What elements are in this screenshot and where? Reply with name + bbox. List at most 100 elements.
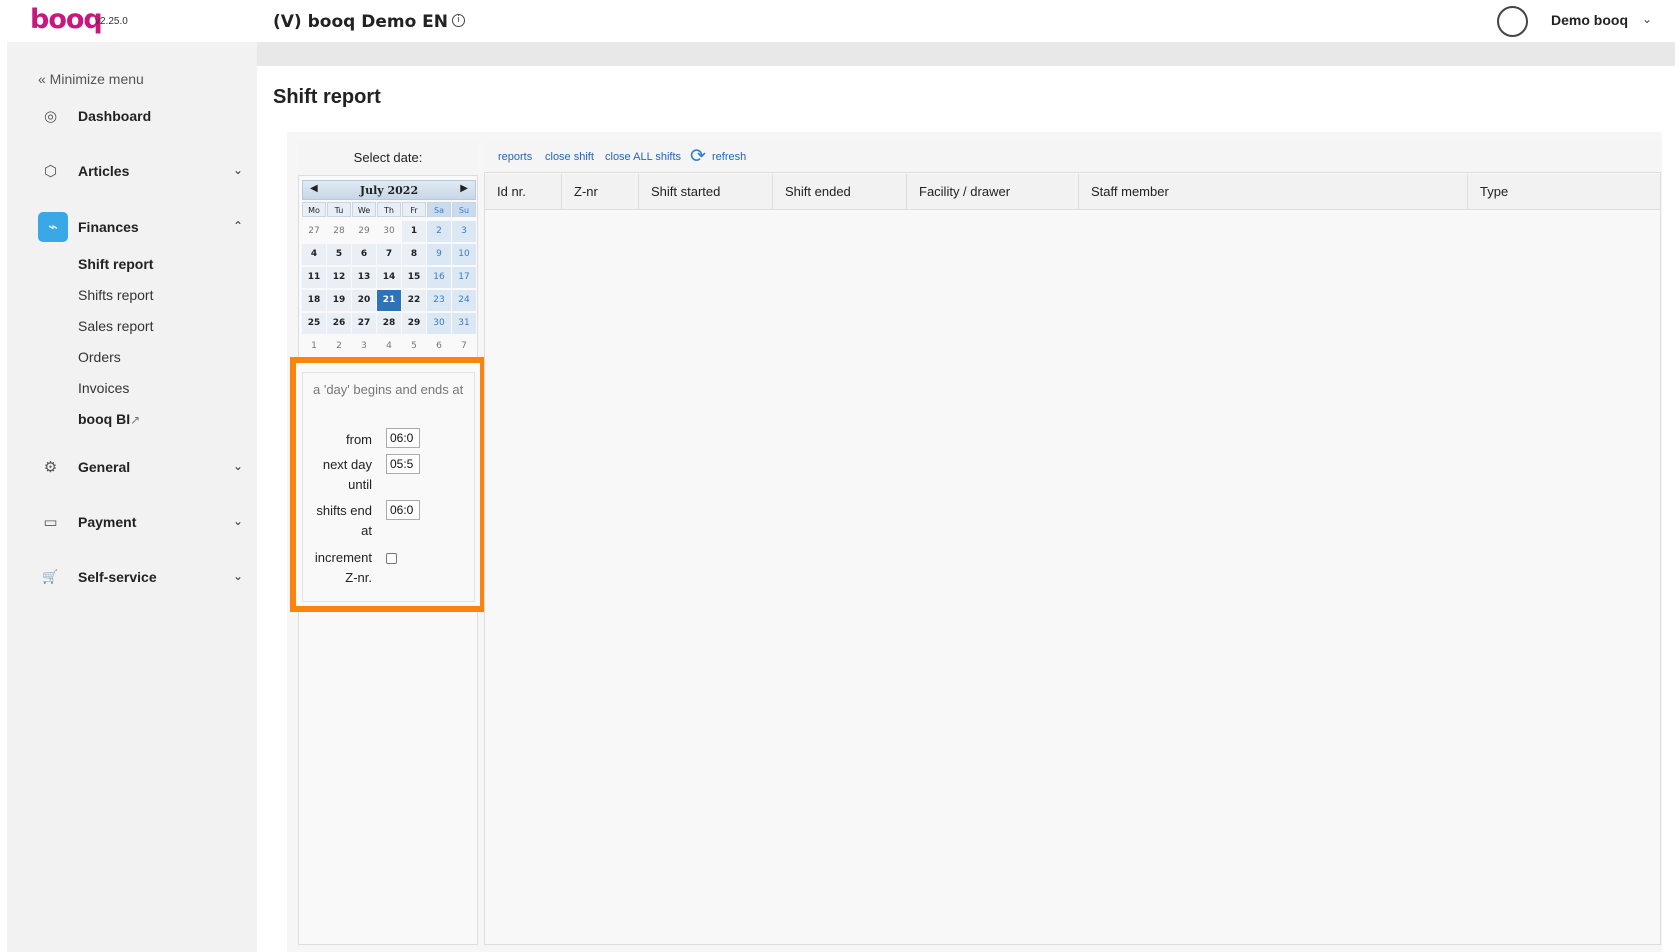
- calendar-day[interactable]: 2: [327, 336, 351, 357]
- sidebar-subitem-booq-bi[interactable]: booq BI↗: [78, 411, 140, 427]
- chevron-down-icon: ⌄: [232, 569, 243, 583]
- calendar-day[interactable]: 28: [327, 221, 351, 242]
- calendar-day[interactable]: 21: [377, 290, 401, 311]
- chevron-down-icon: ⌄: [232, 459, 243, 473]
- calendar-day[interactable]: 2: [427, 221, 451, 242]
- sidebar-subitem-invoices[interactable]: Invoices: [78, 380, 129, 396]
- calendar-day[interactable]: 19: [327, 290, 351, 311]
- column-facility-drawer[interactable]: Facility / drawer: [907, 174, 1079, 210]
- calendar-day[interactable]: 29: [402, 313, 426, 334]
- info-icon[interactable]: i: [452, 14, 465, 27]
- calendar-day[interactable]: 24: [452, 290, 476, 311]
- calendar-day[interactable]: 23: [427, 290, 451, 311]
- next-day-until-label: next day until: [322, 457, 372, 492]
- chevron-down-icon[interactable]: ⌄: [1642, 12, 1652, 26]
- increment-znr-checkbox[interactable]: [386, 553, 397, 564]
- calendar-weekday: We: [352, 202, 376, 217]
- cart-icon: 🛒: [42, 570, 59, 585]
- shifts-end-label: shifts end at: [316, 503, 372, 538]
- calendar-day[interactable]: 9: [427, 244, 451, 265]
- shift-table-panel: [484, 140, 1661, 945]
- chevron-down-icon: ⌄: [232, 514, 243, 528]
- calendar-day[interactable]: 3: [452, 221, 476, 242]
- sidebar-subitem-shifts-report[interactable]: Shifts report: [78, 287, 153, 303]
- calendar-day[interactable]: 4: [377, 336, 401, 357]
- sidebar-subitem-shift-report[interactable]: Shift report: [78, 256, 153, 272]
- refresh-link[interactable]: refresh: [712, 151, 746, 163]
- calendar-day[interactable]: 7: [452, 336, 476, 357]
- chevron-up-icon: ⌃: [232, 219, 243, 233]
- calendar-day[interactable]: 11: [302, 267, 326, 288]
- top-bar: booq v2.25.0 (V) booq Demo EN i Demo boo…: [0, 0, 1675, 42]
- calendar-day[interactable]: 28: [377, 313, 401, 334]
- column-staff-member[interactable]: Staff member: [1079, 174, 1468, 210]
- card-icon: ▭: [43, 513, 58, 531]
- calendar-day[interactable]: 26: [327, 313, 351, 334]
- calendar-day[interactable]: 6: [427, 336, 451, 357]
- calendar-day[interactable]: 7: [377, 244, 401, 265]
- column-shift-started[interactable]: Shift started: [639, 174, 773, 210]
- sidebar-subitem-label: booq BI: [78, 411, 131, 427]
- reports-link[interactable]: reports: [498, 151, 532, 163]
- calendar-day[interactable]: 31: [452, 313, 476, 334]
- column-z-nr[interactable]: Z-nr: [562, 174, 639, 210]
- sidebar-item-payment[interactable]: ▭ Payment ⌄: [38, 507, 243, 537]
- calendar-day[interactable]: 5: [402, 336, 426, 357]
- sidebar-item-label: General: [78, 459, 131, 475]
- box-icon: ⬡: [43, 162, 58, 180]
- pulse-icon: ⌁: [38, 212, 68, 242]
- calendar-weekday: Sa: [427, 202, 451, 217]
- column-type[interactable]: Type: [1468, 174, 1660, 210]
- calendar-day[interactable]: 17: [452, 267, 476, 288]
- next-month-icon[interactable]: ▶: [460, 183, 468, 194]
- next-day-until-input[interactable]: 05:5: [386, 454, 420, 474]
- increment-znr-label: increment Z-nr.: [314, 550, 372, 585]
- sidebar-item-self-service[interactable]: 🛒 Self-service ⌄: [38, 562, 243, 592]
- close-shift-link[interactable]: close shift: [545, 151, 594, 163]
- column-id-nr[interactable]: Id nr.: [485, 174, 562, 210]
- calendar-day[interactable]: 20: [352, 290, 376, 311]
- calendar-day[interactable]: 27: [302, 221, 326, 242]
- calendar-day[interactable]: 15: [402, 267, 426, 288]
- calendar-day[interactable]: 3: [352, 336, 376, 357]
- shifts-end-input[interactable]: 06:0: [386, 500, 420, 520]
- calendar-weekday: Tu: [327, 202, 351, 217]
- from-time-input[interactable]: 06:0: [386, 428, 420, 448]
- calendar-day[interactable]: 10: [452, 244, 476, 265]
- calendar-day[interactable]: 12: [327, 267, 351, 288]
- calendar-day[interactable]: 14: [377, 267, 401, 288]
- calendar-day[interactable]: 1: [302, 336, 326, 357]
- from-label: from: [346, 432, 372, 447]
- calendar-day[interactable]: 8: [402, 244, 426, 265]
- minimize-menu-button[interactable]: « Minimize menu: [38, 71, 144, 87]
- sidebar-item-finances[interactable]: ⌁ Finances ⌃: [38, 212, 243, 242]
- calendar-day[interactable]: 4: [302, 244, 326, 265]
- sidebar-subitem-sales-report[interactable]: Sales report: [78, 318, 153, 334]
- sidebar-item-general[interactable]: ⚙ General ⌄: [38, 452, 243, 482]
- sidebar-subitem-orders[interactable]: Orders: [78, 349, 121, 365]
- booq-logo[interactable]: booq: [30, 4, 103, 35]
- sidebar-item-label: Finances: [78, 219, 139, 235]
- user-menu-name[interactable]: Demo booq: [1551, 12, 1628, 28]
- calendar-weekday: Th: [377, 202, 401, 217]
- refresh-icon[interactable]: ⟳: [690, 145, 706, 167]
- calendar-day[interactable]: 13: [352, 267, 376, 288]
- close-all-shifts-link[interactable]: close ALL shifts: [605, 151, 681, 163]
- calendar-day[interactable]: 1: [402, 221, 426, 242]
- user-avatar[interactable]: [1497, 6, 1528, 37]
- calendar-day[interactable]: 27: [352, 313, 376, 334]
- chevron-down-icon: ⌄: [232, 163, 243, 177]
- calendar-day[interactable]: 25: [302, 313, 326, 334]
- column-shift-ended[interactable]: Shift ended: [773, 174, 907, 210]
- sidebar-item-dashboard[interactable]: ◎ Dashboard: [38, 101, 243, 131]
- compass-icon: ◎: [43, 107, 58, 125]
- calendar-day[interactable]: 30: [427, 313, 451, 334]
- calendar-day[interactable]: 5: [327, 244, 351, 265]
- calendar-day[interactable]: 30: [377, 221, 401, 242]
- calendar-day[interactable]: 18: [302, 290, 326, 311]
- sidebar-item-articles[interactable]: ⬡ Articles ⌄: [38, 156, 243, 186]
- calendar-day[interactable]: 6: [352, 244, 376, 265]
- calendar-day[interactable]: 22: [402, 290, 426, 311]
- calendar-day[interactable]: 16: [427, 267, 451, 288]
- calendar-day[interactable]: 29: [352, 221, 376, 242]
